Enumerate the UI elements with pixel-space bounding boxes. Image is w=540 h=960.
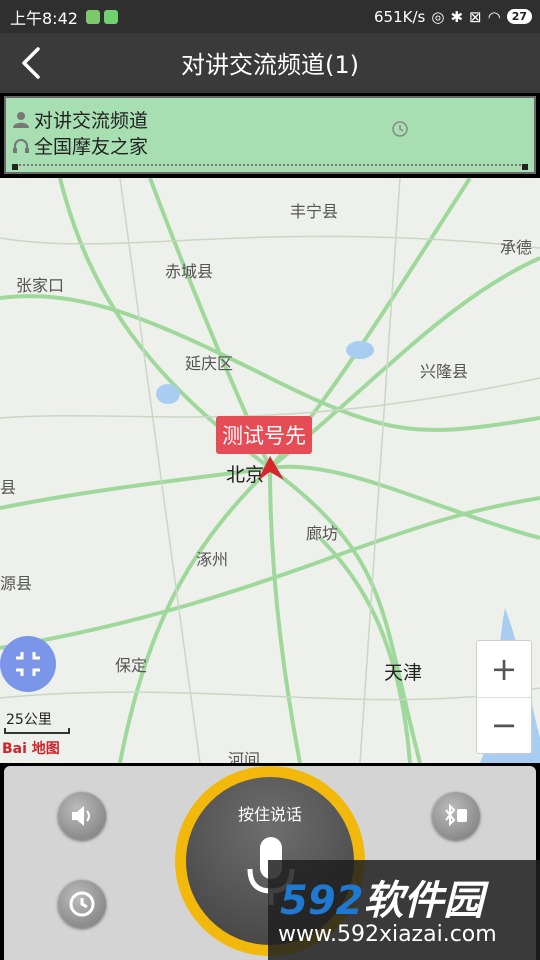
map-label-fengning: 丰宁县 [290,202,339,221]
map-view[interactable]: 丰宁县 承德 张家口 赤城县 延庆区 兴隆县 北京 廊坊 涿州 县 源县 保定 … [0,178,540,763]
channel-row: 对讲交流频道 [12,106,148,133]
map-label-yuanxian: 源县 [0,574,33,593]
battery-indicator: 27 [506,9,532,24]
watermark: 592软件园 www.592xiazai.com [268,860,540,960]
map-label-chicheng: 赤城县 [165,262,214,281]
group-row: 全国摩友之家 [12,132,148,159]
user-marker-label[interactable]: 测试号先 [216,416,312,454]
map-scale-label: 25公里 [6,712,52,728]
title-bar: 对讲交流频道(1) [0,33,540,93]
playback-progress[interactable] [12,158,528,166]
history-button[interactable] [58,880,106,928]
page-title: 对讲交流频道(1) [181,51,359,79]
status-time: 上午8:42 [10,8,78,28]
locate-icon [16,652,40,676]
map-label-yanqing: 延庆区 [185,354,234,373]
map-label-xinglong: 兴隆县 [420,362,469,381]
map-label-beijing: 北京 [226,464,265,486]
map-label-county-left: 县 [0,478,17,497]
progress-start-marker [12,164,18,170]
map-label-baoding: 保定 [115,656,148,675]
zoom-controls: + − [476,640,532,754]
channel-info-panel[interactable]: 对讲交流频道 全国摩友之家 [4,96,536,174]
bluetooth-button[interactable] [432,792,480,840]
map-label-tianjin: 天津 [384,662,423,684]
bluetooth-status-icon: ✱ [450,7,464,26]
map-label-langfang: 廊坊 [306,524,339,543]
app-notification-icon [85,9,100,24]
history-icon-large [69,891,95,917]
map-label-zhangjiakou: 张家口 [16,276,65,295]
zoom-in-button[interactable]: + [477,641,531,698]
speaker-button[interactable] [58,792,106,840]
status-right: 651K/s ◎ ✱ ⊠ ◠ 27 [374,0,532,33]
watermark-url: www.592xiazai.com [278,922,497,947]
progress-end-marker [522,164,528,170]
map-scale-bar [4,728,70,734]
locate-button[interactable] [0,636,56,692]
history-icon[interactable] [391,120,409,138]
status-bar: 上午8:42 651K/s ◎ ✱ ⊠ ◠ 27 [0,0,540,33]
app-notification-icon-2 [103,9,118,24]
sim-icon: ⊠ [469,7,482,26]
speaker-icon [72,806,90,826]
zoom-out-button[interactable]: − [477,697,531,753]
wifi-icon: ◠ [487,7,501,26]
map-roads [0,178,540,763]
map-label-hejian: 河间 [228,750,261,763]
map-label-zhuozhou: 涿州 [196,550,229,569]
net-speed: 651K/s [374,7,426,26]
watermark-text: 软件园 [363,878,484,924]
group-name: 全国摩友之家 [34,136,149,158]
baidu-map-logo: Bai 地图 [2,741,60,757]
alarm-icon: ◎ [431,7,445,26]
bluetooth-icon [445,803,467,827]
watermark-brand: 592软件园 [280,868,484,926]
channel-name: 对讲交流频道 [34,110,149,132]
map-label-chengde: 承德 [500,238,533,257]
watermark-number: 592 [280,878,364,924]
headphone-icon [13,138,29,153]
user-icon [13,111,29,128]
